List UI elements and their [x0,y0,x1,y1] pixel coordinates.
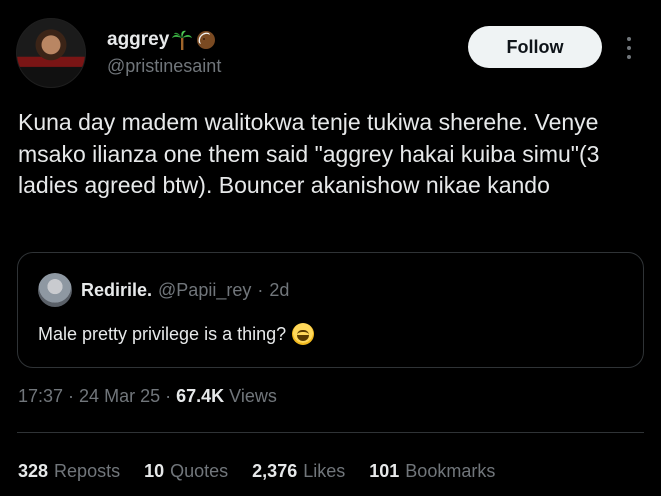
divider [17,432,644,433]
engagement-stats: 328 Reposts 10 Quotes 2,376 Likes 101 Bo… [18,461,495,482]
palm-tree-icon [171,29,193,51]
follow-button[interactable]: Follow [468,26,602,68]
tweet-card: aggrey @pristinesaint Follow Kuna day ma… [0,0,661,496]
reposts-stat[interactable]: 328 Reposts [18,461,120,482]
likes-count: 2,376 [252,461,298,481]
author-name-row: aggrey [107,28,217,52]
tweet-date[interactable]: 24 Mar 25 [79,386,160,407]
quoted-author-name: Redirile. [81,280,153,300]
author-handle[interactable]: @pristinesaint [107,56,221,77]
quotes-stat[interactable]: 10 Quotes [144,461,228,482]
quoted-tweet-time: 2d [269,280,290,300]
bookmarks-count: 101 [369,461,400,481]
quotes-count: 10 [144,461,165,481]
meta-separator: · [165,386,172,406]
tweet-text: Kuna day madem walitokwa tenje tukiwa sh… [18,109,600,198]
likes-stat[interactable]: 2,376 Likes [252,461,345,482]
bookmarks-stat[interactable]: 101 Bookmarks [369,461,495,482]
tweet-time[interactable]: 17:37 [18,386,63,407]
grinning-sweat-icon [292,323,315,345]
quoted-author-handle: @Papii_rey [158,280,252,300]
quoted-tweet-header: Redirile. @Papii_rey · 2d [81,280,289,301]
reposts-count: 328 [18,461,49,481]
quoted-tweet[interactable]: Redirile. @Papii_rey · 2d Male pretty pr… [17,252,644,368]
views-count: 67.4K [176,386,225,406]
coconut-icon [195,29,217,51]
quotes-label: Quotes [170,461,229,481]
reposts-label: Reposts [54,461,121,481]
more-options-icon[interactable] [619,34,639,62]
quoted-separator: · [257,280,264,300]
quoted-author-avatar [38,273,72,307]
quoted-tweet-text-row: Male pretty privilege is a thing? [38,323,315,345]
author-display-name[interactable]: aggrey [107,29,169,51]
meta-separator: · [68,386,75,406]
likes-label: Likes [303,461,346,481]
bookmarks-label: Bookmarks [405,461,496,481]
author-avatar[interactable] [16,18,86,88]
tweet-meta: 17:37 · 24 Mar 25 · 67.4K Views [18,386,277,407]
quoted-tweet-text: Male pretty privilege is a thing? [38,323,287,344]
views-label: Views [229,386,277,406]
